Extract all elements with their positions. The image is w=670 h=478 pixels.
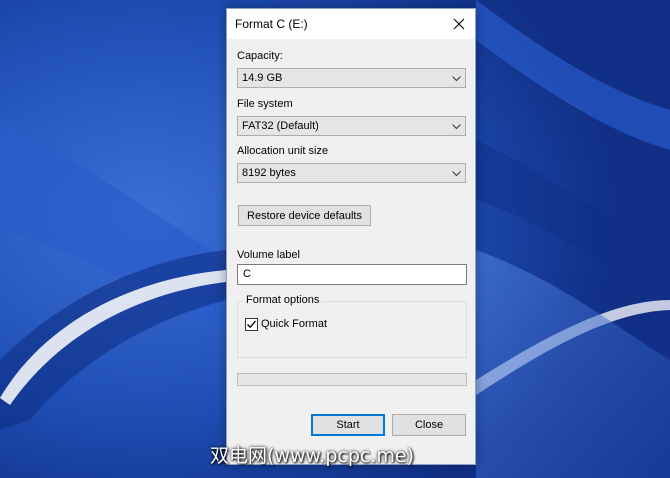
start-button[interactable]: Start — [311, 414, 385, 436]
file-system-value: FAT32 (Default) — [242, 120, 319, 132]
chevron-down-icon — [452, 76, 461, 82]
dialog-title: Format C (E:) — [235, 17, 308, 31]
format-dialog: Format C (E:) Capacity: 14.9 GB File sys… — [226, 8, 476, 465]
close-window-button[interactable] — [443, 9, 475, 39]
close-button[interactable]: Close — [392, 414, 466, 436]
allocation-unit-dropdown[interactable]: 8192 bytes — [237, 163, 466, 183]
allocation-unit-label: Allocation unit size — [237, 145, 329, 157]
capacity-label: Capacity: — [237, 50, 283, 62]
capacity-dropdown[interactable]: 14.9 GB — [237, 68, 466, 88]
capacity-value: 14.9 GB — [242, 72, 283, 84]
dialog-body: Capacity: 14.9 GB File system FAT32 (Def… — [227, 39, 475, 464]
format-options-title: Format options — [243, 294, 323, 306]
format-progress-bar — [237, 373, 467, 386]
quick-format-checkbox[interactable] — [245, 318, 258, 331]
volume-label-value: C — [243, 268, 251, 280]
format-options-group: Format options Quick Format — [237, 294, 467, 358]
volume-label-input[interactable]: C — [237, 264, 467, 285]
allocation-unit-value: 8192 bytes — [242, 167, 296, 179]
volume-label-label: Volume label — [237, 249, 300, 261]
file-system-label: File system — [237, 98, 293, 110]
close-icon — [453, 18, 465, 30]
chevron-down-icon — [452, 171, 461, 177]
chevron-down-icon — [452, 124, 461, 130]
file-system-dropdown[interactable]: FAT32 (Default) — [237, 116, 466, 136]
quick-format-label[interactable]: Quick Format — [261, 318, 327, 330]
checkmark-icon — [247, 320, 256, 329]
restore-defaults-button[interactable]: Restore device defaults — [238, 205, 371, 226]
title-bar: Format C (E:) — [227, 9, 475, 39]
watermark-text: 双电网(www.pcpc.me) — [210, 445, 414, 467]
